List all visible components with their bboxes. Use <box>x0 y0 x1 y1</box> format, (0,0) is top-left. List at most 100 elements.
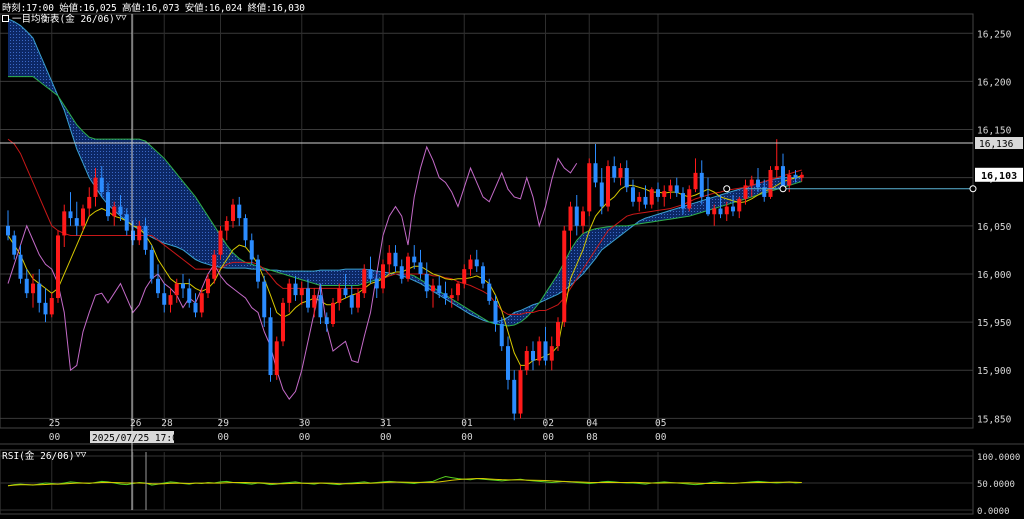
candle-body[interactable] <box>349 295 354 308</box>
candle-body[interactable] <box>206 278 210 294</box>
candle-body[interactable] <box>124 214 129 231</box>
candle-body[interactable] <box>6 225 10 236</box>
candle-body[interactable] <box>612 166 617 178</box>
candle-body[interactable] <box>768 169 773 197</box>
candle-body[interactable] <box>81 208 85 226</box>
candle-body[interactable] <box>724 206 729 215</box>
candle-body[interactable] <box>562 230 567 323</box>
candle-body[interactable] <box>787 174 792 186</box>
chart-canvas[interactable]: 16,25016,20016,15016,10016,05016,00015,9… <box>0 0 1024 519</box>
candle-body[interactable] <box>306 288 310 308</box>
candle-body[interactable] <box>381 264 385 289</box>
candle-body[interactable] <box>324 317 329 325</box>
candle-body[interactable] <box>74 218 79 226</box>
guide-handle[interactable] <box>779 185 787 193</box>
candle-body[interactable] <box>143 225 148 250</box>
candle-body[interactable] <box>399 266 404 279</box>
candle-body[interactable] <box>343 288 348 296</box>
candle-body[interactable] <box>468 259 473 270</box>
candle-body[interactable] <box>662 191 667 197</box>
candle-body[interactable] <box>449 295 454 299</box>
candle-body[interactable] <box>237 204 242 219</box>
candle-body[interactable] <box>718 208 723 215</box>
candle-body[interactable] <box>218 230 223 255</box>
candle-body[interactable] <box>168 295 173 305</box>
candle-body[interactable] <box>556 322 560 347</box>
candle-body[interactable] <box>756 179 760 188</box>
candle-body[interactable] <box>431 285 435 292</box>
candle-body[interactable] <box>793 174 798 178</box>
candle-body[interactable] <box>212 254 217 279</box>
candle-body[interactable] <box>281 302 285 342</box>
candle-body[interactable] <box>118 206 123 215</box>
triangle-down-icon[interactable]: ▽▽ <box>75 450 86 460</box>
candle-body[interactable] <box>687 189 692 209</box>
candle-body[interactable] <box>274 341 279 376</box>
candle-body[interactable] <box>24 278 29 294</box>
candle-body[interactable] <box>574 206 579 226</box>
candle-body[interactable] <box>443 293 448 299</box>
candle-body[interactable] <box>187 288 192 303</box>
guide-handle[interactable] <box>969 185 977 193</box>
candle-body[interactable] <box>337 288 342 303</box>
candle-body[interactable] <box>99 177 104 193</box>
candle-body[interactable] <box>743 185 748 199</box>
candle-body[interactable] <box>437 285 442 294</box>
candle-body[interactable] <box>256 259 260 282</box>
rsi-legend[interactable]: RSI(金 26/06) ▽▽ <box>2 448 86 462</box>
candle-body[interactable] <box>318 295 323 318</box>
candle-body[interactable] <box>499 324 504 347</box>
candle-body[interactable] <box>406 256 410 279</box>
candle-body[interactable] <box>424 273 429 292</box>
candle-body[interactable] <box>506 346 510 380</box>
candle-body[interactable] <box>581 211 585 226</box>
candle-body[interactable] <box>531 350 535 361</box>
triangle-down-icon[interactable]: ▽▽ <box>116 13 127 23</box>
candle-body[interactable] <box>356 293 360 308</box>
candle-body[interactable] <box>18 254 23 279</box>
candle-body[interactable] <box>543 341 548 361</box>
candle-body[interactable] <box>681 193 685 209</box>
candle-body[interactable] <box>781 166 785 186</box>
candle-body[interactable] <box>599 182 604 207</box>
candle-body[interactable] <box>456 283 460 296</box>
candle-body[interactable] <box>293 283 298 296</box>
candle-body[interactable] <box>737 198 742 212</box>
candle-body[interactable] <box>656 189 660 197</box>
candle-body[interactable] <box>56 235 60 299</box>
candle-body[interactable] <box>643 196 648 205</box>
candle-body[interactable] <box>749 179 754 186</box>
candle-body[interactable] <box>37 283 42 303</box>
candle-body[interactable] <box>487 283 492 301</box>
candle-body[interactable] <box>668 185 673 192</box>
candle-body[interactable] <box>106 192 110 217</box>
candle-body[interactable] <box>568 206 573 231</box>
candle-body[interactable] <box>631 187 635 202</box>
candle-body[interactable] <box>731 206 735 212</box>
candle-body[interactable] <box>231 204 235 221</box>
candle-body[interactable] <box>512 379 517 414</box>
candle-body[interactable] <box>87 196 92 209</box>
ichimoku-legend[interactable]: 一目均衡表(金 26/06) ▽▽ <box>2 11 127 25</box>
candle-body[interactable] <box>593 163 598 183</box>
candle-body[interactable] <box>537 341 542 361</box>
candle-body[interactable] <box>331 302 335 325</box>
candle-body[interactable] <box>393 252 398 267</box>
candle-body[interactable] <box>618 168 623 178</box>
candle-body[interactable] <box>224 221 229 231</box>
candle-body[interactable] <box>362 269 367 294</box>
candle-body[interactable] <box>68 211 73 219</box>
candle-body[interactable] <box>606 166 610 207</box>
candle-body[interactable] <box>474 259 479 267</box>
candle-body[interactable] <box>181 283 185 289</box>
candle-body[interactable] <box>174 283 179 296</box>
candle-body[interactable] <box>43 302 48 315</box>
candle-body[interactable] <box>243 218 248 241</box>
candle-body[interactable] <box>693 172 698 190</box>
candle-body[interactable] <box>518 370 523 414</box>
candle-body[interactable] <box>481 266 485 284</box>
candle-body[interactable] <box>462 269 467 284</box>
candle-body[interactable] <box>49 298 54 315</box>
candle-body[interactable] <box>62 211 67 236</box>
candle-body[interactable] <box>699 172 704 197</box>
